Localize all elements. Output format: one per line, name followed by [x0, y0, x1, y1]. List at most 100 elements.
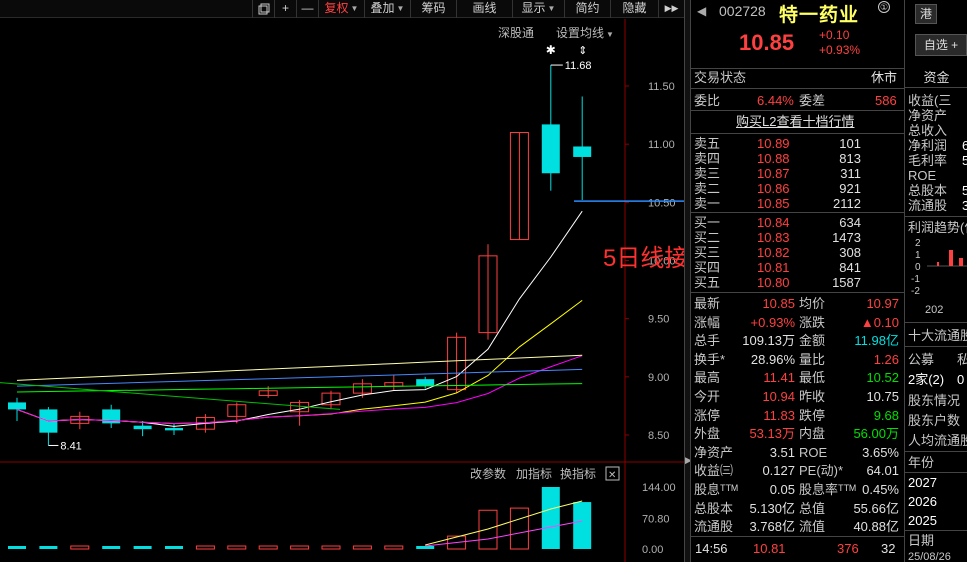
draw-line-button[interactable]: 画线	[456, 0, 512, 18]
bid-price: 10.84	[757, 215, 790, 230]
quote-value: 11.98亿	[854, 333, 899, 349]
quote-value: 109.13万	[742, 333, 795, 349]
ask-volume: 101	[839, 136, 861, 151]
price-axis-label: 10.50	[648, 197, 676, 209]
stock-code: 002728	[719, 3, 766, 19]
profit-bar	[937, 262, 939, 266]
holders-label: 公募	[908, 352, 935, 367]
bid-volume: 634	[839, 215, 861, 230]
date-header: 日期	[908, 533, 935, 548]
weibi-label: 委比	[694, 93, 721, 108]
quote-label: 股息ᵀᵀᴹ	[694, 482, 738, 497]
ask-label: 卖五	[694, 136, 721, 151]
bid-row[interactable]: 买五 10.80 1587	[691, 275, 905, 290]
link-holder-count[interactable]: 股东户数	[908, 412, 960, 429]
overlay-dropdown[interactable]: 叠加 ▼	[364, 0, 410, 18]
add-watchlist-button[interactable]: 自选 +	[915, 34, 967, 56]
prev-stock-icon[interactable]: ◀	[697, 4, 706, 18]
quote-label: 内盘	[799, 426, 826, 442]
quote-label: 总值	[799, 500, 826, 516]
volume-bar	[39, 546, 58, 549]
link-shareholders[interactable]: 股东情况	[908, 392, 960, 409]
hk-badge[interactable]: 港	[915, 4, 937, 24]
hide-button[interactable]: 隐藏	[610, 0, 658, 18]
quote-row: 换手* 28.96% 量比 1.26	[691, 351, 905, 368]
trade-status-label: 交易状态	[694, 70, 747, 85]
finance-row: ROE	[908, 168, 936, 183]
indicator-link[interactable]: 换指标	[560, 466, 596, 481]
ask-row[interactable]: 卖三 10.87 311	[691, 166, 905, 181]
bid-price: 10.80	[757, 275, 790, 290]
caret-down-icon: ▼	[547, 4, 556, 14]
quote-row: 总股本 5.130亿 总值 55.66亿	[691, 500, 905, 517]
window-icon[interactable]	[252, 0, 274, 18]
quote-value: 3.768亿	[749, 519, 795, 535]
divider	[905, 472, 967, 473]
fuquan-dropdown[interactable]: 复权 ▼	[318, 0, 364, 18]
ask-row[interactable]: 卖二 10.86 921	[691, 181, 905, 196]
price-axis-label: 9.00	[648, 372, 669, 384]
bid-volume: 1473	[832, 230, 861, 245]
display-dropdown[interactable]: 显示 ▼	[512, 0, 564, 18]
zoom-in-button[interactable]: +	[274, 0, 296, 18]
kline-chart[interactable]: 深股通 设置均线 ▼ 11.50 11.00 10.50 10.00 9.50 9.00 8.…	[0, 19, 684, 562]
weicha-label: 委差	[799, 93, 826, 108]
chips-button[interactable]: 筹码	[410, 0, 456, 18]
finance-value: 5	[962, 183, 967, 198]
divider	[691, 292, 905, 293]
date-value: 25/08/26	[908, 551, 951, 562]
divider	[691, 212, 905, 213]
bid-label: 买四	[694, 260, 721, 275]
quote-label: 今开	[694, 389, 721, 404]
link-per-capita[interactable]: 人均流通股	[908, 432, 967, 449]
ask-row[interactable]: 卖四 10.88 813	[691, 151, 905, 166]
bid-row[interactable]: 买三 10.82 308	[691, 245, 905, 260]
bid-label: 买五	[694, 275, 721, 290]
finance-label: ROE	[908, 168, 937, 183]
profit-axis-label: -1	[911, 274, 920, 285]
profit-trend-title: 利润趋势(亿	[908, 220, 967, 235]
candle-body	[416, 379, 435, 387]
quote-value: 0.05	[769, 482, 795, 497]
quote-label: PE(动)*	[799, 463, 844, 479]
ask-price: 10.86	[757, 181, 790, 196]
divider	[905, 451, 967, 452]
tab-fund[interactable]: 资金	[905, 68, 967, 88]
ask-price: 10.88	[757, 151, 790, 166]
profit-axis-label: 0	[915, 262, 921, 273]
ask-row[interactable]: 卖一 10.85 2112	[691, 196, 905, 211]
bid-row[interactable]: 买四 10.81 841	[691, 260, 905, 275]
ask-row[interactable]: 卖五 10.89 101	[691, 136, 905, 151]
simple-button[interactable]: 简约	[564, 0, 610, 18]
year-row: 2026	[908, 494, 937, 509]
profit-chart: 2 1 0 -1 -2	[911, 238, 967, 296]
bid-row[interactable]: 买一 10.84 634	[691, 215, 905, 230]
quote-label: 股息率ᵀᵀᴹ	[799, 482, 856, 497]
candle-body	[541, 124, 560, 174]
bid-volume: 308	[839, 245, 861, 260]
year-row: 2025	[908, 513, 937, 528]
zoom-out-button[interactable]: —	[296, 0, 318, 18]
finance-value: 6	[962, 138, 967, 153]
quote-row: 外盘 53.13万 内盘 56.00万	[691, 425, 905, 442]
ask-label: 卖二	[694, 181, 721, 196]
bid-row[interactable]: 买二 10.83 1473	[691, 230, 905, 245]
indicator-link[interactable]: 改参数	[470, 466, 506, 481]
annotation-text: 5日线接	[603, 245, 689, 272]
l2-link[interactable]: 购买L2查看十档行情	[736, 113, 854, 130]
fuquan-label: 复权	[324, 1, 349, 15]
bid-volume: 841	[839, 260, 861, 275]
low-marker: 8.41	[60, 440, 81, 452]
expand-icon[interactable]: ▶▶	[658, 0, 684, 18]
quote-row: 收益㈢ 0.127 PE(动)* 64.01	[691, 462, 905, 479]
quote-label: 净资产	[694, 444, 734, 460]
bid-price: 10.81	[757, 260, 790, 275]
quote-label: 最新	[694, 296, 721, 311]
quote-value: ▲0.10	[860, 314, 899, 330]
volume-bar	[478, 509, 498, 550]
info-icon[interactable]: ①	[878, 1, 890, 13]
change-block: +0.10 +0.93%	[819, 28, 860, 58]
finance-label: 收益(三	[908, 93, 952, 108]
indicator-link[interactable]: 加指标	[516, 466, 552, 481]
l2-row[interactable]: 购买L2查看十档行情	[691, 113, 905, 130]
